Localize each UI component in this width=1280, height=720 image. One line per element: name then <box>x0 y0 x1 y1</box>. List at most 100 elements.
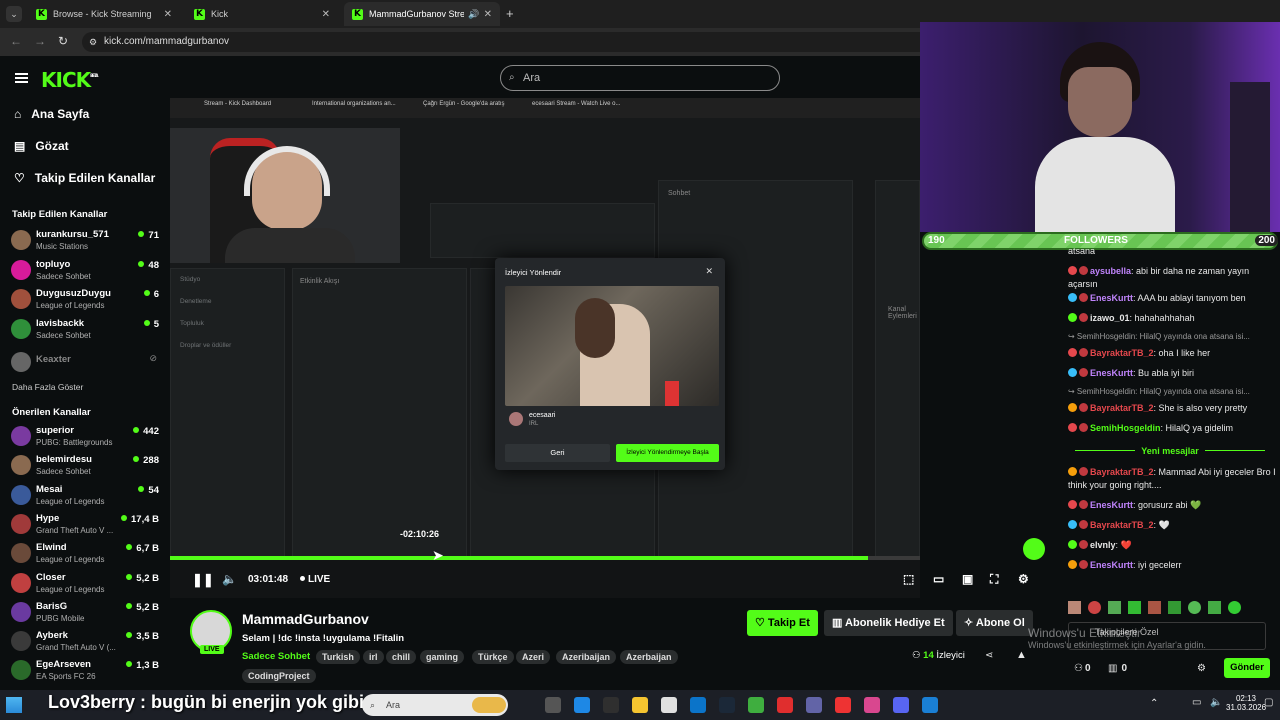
emote-icon[interactable] <box>1088 601 1101 614</box>
reload-icon[interactable]: ↻ <box>58 34 68 48</box>
tag-chip[interactable]: CodingProject <box>242 669 316 683</box>
live-indicator[interactable]: LIVE <box>300 574 330 585</box>
url-field[interactable]: ⚙ kick.com/mammadgurbanov <box>82 32 942 52</box>
raid-back-button[interactable]: Geri <box>505 444 610 462</box>
volume-tray-icon[interactable]: 🔈 <box>1210 697 1222 708</box>
start-button[interactable] <box>6 697 22 713</box>
close-tab-icon[interactable]: ✕ <box>164 9 172 20</box>
emote-icon[interactable] <box>1208 601 1221 614</box>
edge-icon[interactable] <box>603 697 619 713</box>
tag-chip[interactable]: gaming <box>420 650 465 664</box>
close-tab-icon[interactable]: ✕ <box>484 9 492 20</box>
clip-icon[interactable]: ⬚ <box>903 572 914 586</box>
tab-kick[interactable]: K Kick ✕ <box>186 2 338 26</box>
tray-chevron-icon[interactable]: ⌃ <box>1150 698 1158 709</box>
menu-icon[interactable] <box>15 73 28 83</box>
network-icon[interactable]: ▭ <box>1192 697 1201 708</box>
recommended-channel[interactable]: Ayberk Grand Theft Auto V (... 3,5 B <box>11 629 161 657</box>
chat-username[interactable]: EnesKurtt <box>1090 560 1133 570</box>
chat-username[interactable]: EnesKurtt <box>1090 500 1133 510</box>
chat-settings-icon[interactable]: ⚙ <box>1197 663 1206 674</box>
theater-mode-icon[interactable]: ▭ <box>933 572 944 586</box>
followed-channel[interactable]: DuygusuzDuygu League of Legends 6 <box>11 287 161 315</box>
fullscreen-icon[interactable]: ⛶ <box>990 572 998 587</box>
recommended-channel[interactable]: Closer League of Legends 5,2 B <box>11 571 161 599</box>
taskbar-weather-icon[interactable] <box>472 697 506 713</box>
recommended-channel[interactable]: BarisG PUBG Mobile 5,2 B <box>11 600 161 628</box>
recommended-channel[interactable]: belemirdesu Sadece Sohbet 288 <box>11 453 161 481</box>
speaker-icon[interactable]: 🔊 <box>468 9 479 20</box>
share-icon[interactable]: ⋖ <box>985 650 993 661</box>
emote-icon[interactable] <box>1228 601 1241 614</box>
subscribe-button[interactable]: ✧ Abone Ol <box>956 610 1033 636</box>
emote-icon[interactable] <box>1168 601 1181 614</box>
raid-start-button[interactable]: İzleyici Yönlendirmeye Başla <box>616 444 719 462</box>
chat-username[interactable]: SemihHosgeldin <box>1090 423 1161 433</box>
emote-icon[interactable] <box>1068 601 1081 614</box>
recommended-channel[interactable]: Hype Grand Theft Auto V ... 17,4 B <box>11 512 161 540</box>
tag-chip[interactable]: Azeri <box>516 650 551 664</box>
notification-icon[interactable]: ▢ <box>1264 697 1273 708</box>
edge-browser-icon[interactable] <box>922 697 938 713</box>
app-icon[interactable] <box>835 697 851 713</box>
chat-username[interactable]: BayraktarTB_2 <box>1090 348 1154 358</box>
gift-sub-button[interactable]: ▥ Abonelik Hediye Et <box>824 610 953 636</box>
followed-channel[interactable]: topluyo Sadece Sohbet 48 <box>11 258 161 286</box>
chat-username[interactable]: elvnly <box>1090 540 1116 550</box>
tab-browse-kick[interactable]: K Browse - Kick Streaming ✕ <box>28 2 180 26</box>
follow-button[interactable]: ♡ Takip Et <box>747 610 818 636</box>
mail-icon[interactable] <box>690 697 706 713</box>
recommended-channel[interactable]: superior PUBG: Battlegrounds 442 <box>11 424 161 452</box>
teams-icon[interactable] <box>806 697 822 713</box>
nav-browse[interactable]: ▤ Gözat <box>14 139 69 153</box>
recommended-channel[interactable]: Mesai League of Legends 54 <box>11 483 161 511</box>
nav-home[interactable]: ⌂ Ana Sayfa <box>14 107 89 121</box>
miniplayer-icon[interactable]: ▣ <box>962 572 973 586</box>
chat-username[interactable]: EnesKurtt <box>1090 368 1133 378</box>
close-icon[interactable]: ✕ <box>705 266 713 277</box>
chat-username[interactable]: izawo_01 <box>1090 313 1130 323</box>
emote-icon[interactable] <box>1108 601 1121 614</box>
tab-list-chevron-icon[interactable]: ⌄ <box>6 6 22 22</box>
tag-chip[interactable]: Türkçe <box>472 650 514 664</box>
chat-username[interactable]: BayraktarTB_2 <box>1090 467 1154 477</box>
nav-following[interactable]: ♡ Takip Edilen Kanallar <box>14 171 155 185</box>
chat-username[interactable]: EnesKurtt <box>1090 293 1133 303</box>
category-link[interactable]: Sadece Sohbet <box>242 651 310 662</box>
chat-username[interactable]: aysubella <box>1090 266 1131 276</box>
gift-icon[interactable]: ▥ 0 <box>1108 663 1127 674</box>
steam-icon[interactable] <box>719 697 735 713</box>
tag-chip[interactable]: Turkish <box>316 650 360 664</box>
tag-chip[interactable]: irl <box>363 650 384 664</box>
back-icon[interactable]: ← <box>10 34 22 48</box>
clock[interactable]: 02:13 31.03.2026 <box>1226 694 1266 712</box>
volume-icon[interactable]: 🔈 <box>222 572 237 586</box>
minecraft-icon[interactable] <box>748 697 764 713</box>
chat-toggle-button[interactable] <box>1023 538 1045 560</box>
emote-icon[interactable] <box>1188 601 1201 614</box>
store-icon[interactable] <box>661 697 677 713</box>
seek-bar[interactable]: ➤ <box>170 547 920 563</box>
chat-username[interactable]: BayraktarTB_2 <box>1090 520 1154 530</box>
recommended-channel[interactable]: EgeArseven EA Sports FC 26 1,3 B <box>11 658 161 686</box>
media-player-icon[interactable] <box>777 697 793 713</box>
forward-icon[interactable]: → <box>34 34 46 48</box>
followed-channel[interactable]: kurankursu_571 Music Stations 71 <box>11 228 161 256</box>
search-input[interactable]: ⌕ Ara <box>500 65 780 91</box>
report-icon[interactable]: ▲ <box>1016 649 1027 661</box>
recommended-channel[interactable]: Elwind League of Legends 6,7 B <box>11 541 161 569</box>
discord-icon[interactable] <box>893 697 909 713</box>
show-more-link[interactable]: Daha Fazla Göster <box>12 382 83 392</box>
site-info-icon[interactable]: ⚙ <box>89 32 97 52</box>
new-tab-button[interactable]: + <box>506 6 514 21</box>
channel-name[interactable]: MammadGurbanov <box>242 611 369 627</box>
video-player[interactable]: Stream - Kick Dashboard International or… <box>170 98 1045 598</box>
emote-picker-icon[interactable]: ⚇ 0 <box>1074 663 1091 674</box>
emote-icon[interactable] <box>1128 601 1141 614</box>
tag-chip[interactable]: Azerbaijan <box>620 650 678 664</box>
chat-username[interactable]: BayraktarTB_2 <box>1090 403 1154 413</box>
close-tab-icon[interactable]: ✕ <box>322 9 330 20</box>
tab-mammadgurbanov[interactable]: KMammadGurbanov Stream🔊✕ <box>344 2 500 26</box>
file-explorer-icon[interactable] <box>632 697 648 713</box>
tag-chip[interactable]: Azeribaijan <box>556 650 617 664</box>
